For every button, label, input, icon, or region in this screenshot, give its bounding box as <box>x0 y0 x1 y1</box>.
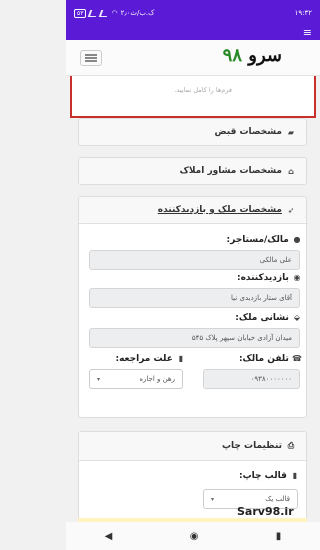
receipt-section-header[interactable]: ▰ مشخصات قبض <box>79 119 306 145</box>
status-icons: ۵۳ ◠ ۲٫۰ک.ب/ث <box>74 8 155 18</box>
site-navbar: سرو ۹۸ <box>66 40 320 76</box>
reason-value: رهن و اجاره <box>139 375 175 383</box>
alert-box: فرم‌ها را کامل نمایید. <box>70 76 316 118</box>
reason-label-text: علت مراجعه: <box>115 354 173 364</box>
status-time: ۱۹:۳۲ <box>294 9 312 17</box>
address-field[interactable]: میدان آزادی خیابان سپهر پلاک ۵۴۵ <box>89 328 300 348</box>
phone-field[interactable]: ۰۹۳۸۰۰۰۰۰۰۰ <box>203 369 300 389</box>
owner-value: علی مالکی <box>259 256 292 264</box>
consultant-section-header[interactable]: ⌂ مشخصات مشاور املاک <box>79 158 306 184</box>
signal-icon <box>88 9 99 17</box>
visitor-field[interactable]: آقای ستار بازدیدی نیا <box>89 288 300 308</box>
consultant-section-title: مشخصات مشاور املاک <box>179 166 282 176</box>
system-nav-bar: ◀ ◉ ▮ <box>66 522 320 550</box>
visitor-value: آقای ستار بازدیدی نیا <box>231 294 292 302</box>
receipt-section[interactable]: ▰ مشخصات قبض <box>78 118 307 146</box>
property-form: ● مالک/مستاجر: علی مالکی ◉ بازدیدکننده: … <box>79 223 308 417</box>
rocket-icon: ➶ <box>287 205 295 215</box>
bookmark-icon: ▮ <box>178 354 184 363</box>
watermark: Sarv98.ir <box>237 505 294 518</box>
reason-label: ▮ علت مراجعه: <box>115 354 186 364</box>
property-section: ➶ مشخصات ملک و بازدیدکننده ● مالک/مستاجر… <box>78 196 308 418</box>
owner-label-text: مالک/مستاجر: <box>226 235 289 245</box>
phone-label: ☎ تلفن مالک: <box>239 354 302 364</box>
app-top-band <box>66 26 320 40</box>
print-section-header[interactable]: ⎙ تنظیمات چاپ <box>79 432 306 460</box>
recent-apps-icon[interactable]: ▮ <box>276 531 282 542</box>
template-label-text: قالب چاپ: <box>239 471 287 481</box>
visitor-label: ◉ بازدیدکننده: <box>237 273 302 283</box>
book-icon: ▰ <box>287 127 295 137</box>
template-label: ▮ قالب چاپ: <box>239 471 300 481</box>
phone-icon: ☎ <box>292 354 302 363</box>
chevron-down-icon: ▾ <box>211 495 215 503</box>
address-label: ⬙ نشانی ملک: <box>235 313 302 323</box>
logo-number: ۹۸ <box>222 45 242 66</box>
menu-line-icon <box>85 57 97 59</box>
user-circle-icon: ◉ <box>293 273 301 282</box>
home-icon: ⌂ <box>288 166 294 176</box>
visitor-label-text: بازدیدکننده: <box>237 273 289 283</box>
phone-label-text: تلفن مالک: <box>238 354 289 364</box>
owner-field[interactable]: علی مالکی <box>89 250 300 270</box>
chevron-down-icon: ▾ <box>97 375 101 383</box>
receipt-section-title: مشخصات قبض <box>214 127 283 137</box>
template-value: قالب یک <box>265 495 290 503</box>
map-marker-icon: ⬙ <box>293 313 301 322</box>
battery-icon: ۵۳ <box>74 8 87 18</box>
site-logo[interactable]: سرو ۹۸ <box>223 45 282 66</box>
home-button-icon[interactable]: ◉ <box>190 531 199 542</box>
reason-select[interactable]: رهن و اجاره ▾ <box>89 369 183 389</box>
back-icon[interactable]: ◀ <box>105 531 113 542</box>
property-section-header[interactable]: ➶ مشخصات ملک و بازدیدکننده <box>79 197 306 223</box>
hamburger-icon[interactable]: ≡ <box>303 27 312 39</box>
wifi-icon: ◠ <box>111 9 118 17</box>
status-bar: ۵۳ ◠ ۲٫۰ک.ب/ث ۱۹:۳۲ <box>66 0 320 26</box>
address-value: میدان آزادی خیابان سپهر پلاک ۵۴۵ <box>191 334 292 342</box>
network-speed: ۲٫۰ک.ب/ث <box>120 9 155 17</box>
menu-toggle-button[interactable] <box>80 50 102 66</box>
logo-text: سرو <box>248 45 282 66</box>
file-icon: ▮ <box>292 471 298 480</box>
signal-icon-2 <box>99 9 110 17</box>
print-icon: ⎙ <box>287 441 295 450</box>
owner-label: ● مالک/مستاجر: <box>227 235 302 245</box>
consultant-section[interactable]: ⌂ مشخصات مشاور املاک <box>78 157 307 185</box>
menu-line-icon <box>85 54 97 56</box>
user-icon: ● <box>293 235 301 244</box>
menu-line-icon <box>85 60 97 62</box>
alert-text: فرم‌ها را کامل نمایید. <box>174 86 232 94</box>
property-section-title: مشخصات ملک و بازدیدکننده <box>157 205 282 215</box>
print-section-title: تنظیمات چاپ <box>222 441 282 451</box>
address-label-text: نشانی ملک: <box>235 313 289 323</box>
phone-value: ۰۹۳۸۰۰۰۰۰۰۰ <box>250 375 292 383</box>
